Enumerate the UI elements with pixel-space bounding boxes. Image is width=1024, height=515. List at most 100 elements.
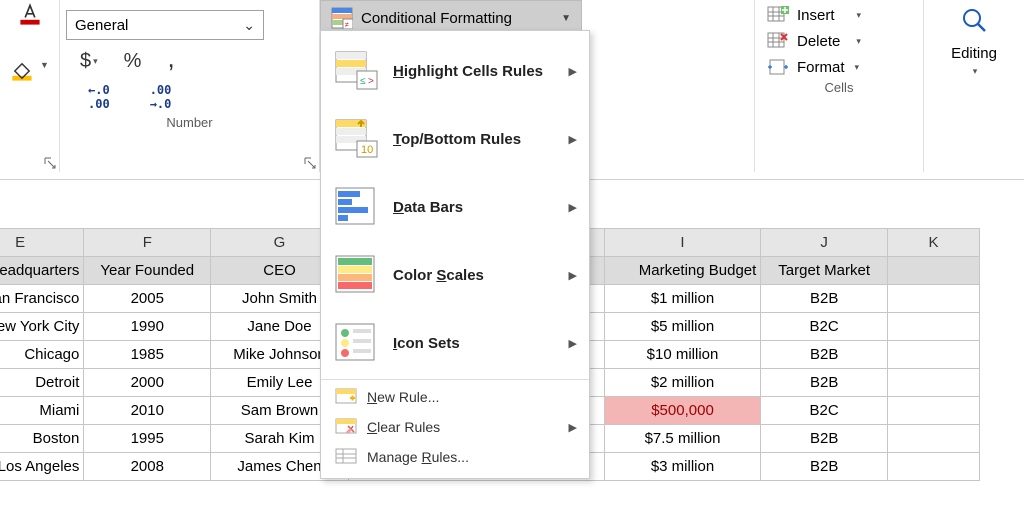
svg-text:>: >	[368, 76, 374, 87]
cell[interactable]: Miami	[0, 397, 84, 425]
cf-color-scales[interactable]: Color Scales ▶	[321, 241, 589, 309]
cell[interactable]: Headquarters	[0, 257, 84, 285]
svg-text:≠: ≠	[345, 22, 349, 29]
col-header-I[interactable]: I	[604, 229, 761, 257]
cell[interactable]: Target Market	[761, 257, 888, 285]
ribbon-group-cells: Insert ▾ Delete ▾ Format ▾ Cells	[754, 0, 924, 172]
format-label: Format	[797, 59, 845, 76]
cell[interactable]: $3 million	[604, 453, 761, 481]
cell[interactable]: B2B	[761, 453, 888, 481]
group-title-number: Number	[66, 111, 313, 134]
cell[interactable]	[887, 257, 979, 285]
cell[interactable]	[887, 313, 979, 341]
ribbon-group-number: General ⌄ $▾ % , ←.0.00 .00→.0 Number	[60, 0, 320, 172]
cell[interactable]: $5 million	[604, 313, 761, 341]
icon-sets-icon	[335, 323, 379, 363]
cell[interactable]: 2005	[84, 285, 211, 313]
cell[interactable]: Detroit	[0, 369, 84, 397]
dropdown-arrow-icon[interactable]: ▾	[857, 10, 862, 21]
cf-highlight-cells-rules[interactable]: ≤> Highlight Cells Rules ▶	[321, 37, 589, 105]
cell[interactable]: B2C	[761, 397, 888, 425]
number-format-select[interactable]: General ⌄	[66, 10, 264, 40]
cell[interactable]: B2B	[761, 341, 888, 369]
cell[interactable]	[887, 425, 979, 453]
dialog-launcher-number[interactable]	[303, 156, 317, 170]
fill-color-button[interactable]	[10, 60, 34, 82]
cell[interactable]: B2C	[761, 313, 888, 341]
cell[interactable]: Year Founded	[84, 257, 211, 285]
cell[interactable]: 2010	[84, 397, 211, 425]
cf-manage-rules[interactable]: Manage Rules...	[321, 442, 589, 472]
number-format-value: General	[75, 17, 128, 34]
submenu-arrow-icon: ▶	[569, 269, 577, 282]
cell[interactable]: San Francisco	[0, 285, 84, 313]
cell[interactable]: B2B	[761, 369, 888, 397]
col-header-K[interactable]: K	[887, 229, 979, 257]
cell[interactable]: $500,000	[604, 397, 761, 425]
cell[interactable]: Los Angeles	[0, 453, 84, 481]
submenu-arrow-icon: ▶	[569, 337, 577, 350]
submenu-arrow-icon: ▶	[569, 421, 577, 434]
cf-clear-rules[interactable]: Clear Rules ▶	[321, 412, 589, 442]
submenu-arrow-icon: ▶	[569, 133, 577, 146]
clear-rules-icon	[335, 418, 357, 436]
new-rule-icon	[335, 388, 357, 406]
find-select-button[interactable]	[960, 6, 988, 41]
cell[interactable]	[887, 453, 979, 481]
cell[interactable]	[887, 369, 979, 397]
dialog-launcher[interactable]	[43, 156, 57, 170]
cell[interactable]	[887, 397, 979, 425]
dropdown-arrow-icon[interactable]: ▾	[855, 62, 860, 73]
cell[interactable]: $10 million	[604, 341, 761, 369]
cell[interactable]: Marketing Budget	[604, 257, 761, 285]
dropdown-arrow-icon[interactable]: ▾	[856, 36, 861, 47]
editing-label[interactable]: Editing	[951, 45, 997, 62]
cell[interactable]: $2 million	[604, 369, 761, 397]
cell[interactable]: $7.5 million	[604, 425, 761, 453]
insert-cells-button[interactable]: Insert ▾	[767, 6, 917, 24]
cell[interactable]	[887, 341, 979, 369]
insert-icon	[767, 6, 789, 24]
col-header-E[interactable]: E	[0, 229, 84, 257]
color-scales-icon	[335, 255, 379, 295]
delete-icon	[767, 32, 789, 50]
ribbon-group-editing: Editing ▾	[924, 0, 1024, 172]
currency-button[interactable]: $▾	[80, 50, 98, 73]
col-header-F[interactable]: F	[84, 229, 211, 257]
comma-style-button[interactable]: ,	[167, 50, 174, 73]
cell[interactable]: 1990	[84, 313, 211, 341]
cell[interactable]: Chicago	[0, 341, 84, 369]
cf-data-bars[interactable]: Data Bars ▶	[321, 173, 589, 241]
dropdown-arrow-icon: ▼	[561, 13, 571, 24]
submenu-arrow-icon: ▶	[569, 65, 577, 78]
cell[interactable]: 2008	[84, 453, 211, 481]
increase-decimal-button[interactable]: ←.0.00	[88, 83, 110, 111]
cf-new-rule[interactable]: New Rule...	[321, 382, 589, 412]
dropdown-arrow-icon[interactable]: ▼	[40, 60, 49, 82]
cf-top-bottom-rules[interactable]: 10 Top/Bottom Rules ▶	[321, 105, 589, 173]
insert-label: Insert	[797, 7, 835, 24]
ribbon: ▼ General ⌄ $▾ % , ←.0.00 .00→.0 Number	[0, 0, 1024, 180]
cell[interactable]: B2B	[761, 285, 888, 313]
cell[interactable]: 1985	[84, 341, 211, 369]
col-header-J[interactable]: J	[761, 229, 888, 257]
data-bars-icon	[335, 187, 379, 227]
cell[interactable]: $1 million	[604, 285, 761, 313]
cell[interactable]: Boston	[0, 425, 84, 453]
format-cells-button[interactable]: Format ▾	[767, 58, 917, 76]
ribbon-group-stub-left: ▼	[0, 0, 60, 172]
cell[interactable]: 2000	[84, 369, 211, 397]
dropdown-arrow-icon[interactable]: ▾	[973, 66, 978, 77]
decrease-decimal-button[interactable]: .00→.0	[150, 83, 172, 111]
top-bottom-icon: 10	[335, 119, 379, 159]
ribbon-group-styles: ≠ Conditional Formatting ▼ ≤> Highlight …	[320, 0, 582, 172]
cell[interactable]	[887, 285, 979, 313]
cell[interactable]: B2B	[761, 425, 888, 453]
delete-cells-button[interactable]: Delete ▾	[767, 32, 917, 50]
font-color-button[interactable]	[18, 4, 42, 26]
cell[interactable]: New York City	[0, 313, 84, 341]
percent-button[interactable]: %	[124, 50, 142, 73]
cell[interactable]: 1995	[84, 425, 211, 453]
chevron-down-icon: ⌄	[243, 17, 255, 34]
cf-icon-sets[interactable]: Icon Sets ▶	[321, 309, 589, 377]
